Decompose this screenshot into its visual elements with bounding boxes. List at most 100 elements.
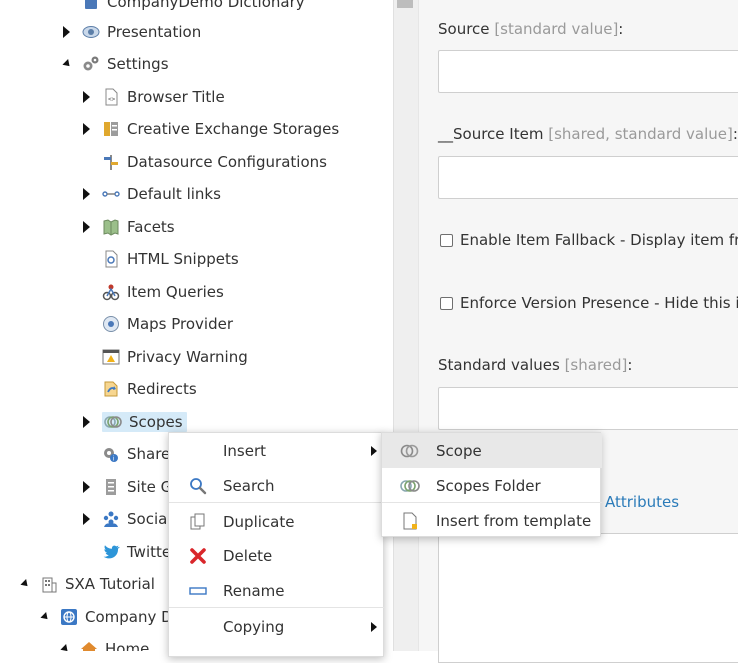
collapse-arrow-icon[interactable]: [58, 643, 71, 651]
tree-item-label: Settings: [107, 55, 169, 73]
menu-item-label: Delete: [223, 546, 273, 565]
menu-item-search[interactable]: Search: [169, 468, 385, 503]
source-field-label: Source [standard value]:: [438, 20, 623, 38]
menu-item-label: Search: [223, 476, 275, 495]
tree-item[interactable]: CompanyDemo Dictionary: [60, 0, 305, 15]
standard-values-label-text: Standard values: [438, 356, 560, 374]
standard-values-input[interactable]: [438, 387, 738, 430]
item-queries-icon: [102, 283, 120, 301]
tree-item-browser-title[interactable]: <> Browser Title: [80, 84, 225, 110]
attributes-area[interactable]: [438, 533, 738, 663]
scopes-folder-icon: [400, 477, 420, 495]
html-snippet-icon: [102, 250, 120, 268]
tree-item-company-site[interactable]: Company Dl: [38, 604, 177, 630]
submenu-item-label: Scopes Folder: [436, 476, 541, 495]
source-item-label-text: __Source Item: [438, 125, 544, 143]
search-icon: [189, 477, 207, 495]
checkbox-label: Enable Item Fallback - Display item from: [460, 231, 738, 249]
facets-icon: [102, 218, 120, 236]
expand-arrow-icon[interactable]: [80, 123, 92, 135]
signpost-icon: [102, 153, 120, 171]
expand-arrow-icon[interactable]: [80, 416, 92, 428]
selected-item-highlight: Scopes: [102, 412, 187, 432]
menu-item-rename[interactable]: Rename: [169, 573, 385, 608]
menu-item-copying[interactable]: Copying: [169, 609, 385, 644]
tree-item-social[interactable]: Social: [80, 506, 171, 532]
expand-arrow-icon[interactable]: [60, 26, 72, 38]
tree-item-label: Facets: [127, 218, 175, 236]
checkbox-box[interactable]: [440, 296, 453, 310]
gears-icon: [82, 55, 100, 73]
expand-arrow-icon[interactable]: [80, 188, 92, 200]
globe-icon: [60, 608, 78, 626]
expand-arrow-icon[interactable]: [80, 481, 92, 493]
tree-item-privacy-warning[interactable]: Privacy Warning: [80, 344, 248, 370]
tree-scrollbar[interactable]: [393, 0, 418, 651]
tree-item-twitter[interactable]: Twitte: [80, 539, 171, 565]
tree-item-html-snippets[interactable]: HTML Snippets: [80, 246, 239, 272]
scopes-icon: [104, 413, 122, 431]
menu-item-label: Insert: [223, 441, 267, 460]
tree-item-settings[interactable]: Settings: [60, 51, 169, 77]
enforce-version-presence-checkbox[interactable]: Enforce Version Presence - Hide this ite…: [440, 294, 738, 312]
collapse-arrow-icon[interactable]: [38, 611, 51, 623]
item-editor-panel: Source [standard value]: __Source Item […: [418, 0, 738, 663]
menu-separator: [169, 607, 385, 608]
storage-icon: [102, 120, 120, 138]
tree-item-label: CompanyDemo Dictionary: [107, 0, 305, 11]
checkbox-label: Enforce Version Presence - Hide this ite…: [460, 294, 738, 312]
tree-item-item-queries[interactable]: Item Queries: [80, 279, 224, 305]
tree-item-label: Scopes: [129, 413, 183, 431]
scrollbar-thumb[interactable]: [397, 0, 413, 8]
tree-item-facets[interactable]: Facets: [80, 214, 175, 240]
source-item-input[interactable]: [438, 156, 738, 199]
tree-item-creative-exchange[interactable]: Creative Exchange Storages: [80, 116, 339, 142]
tree-item-label: Company Dl: [85, 608, 177, 626]
menu-item-insert[interactable]: Insert: [169, 433, 385, 468]
submenu-item-label: Scope: [436, 441, 482, 460]
menu-item-duplicate[interactable]: Duplicate: [169, 504, 385, 539]
source-item-label-meta: [shared, standard value]: [548, 125, 733, 143]
tree-item-datasource-config[interactable]: Datasource Configurations: [80, 149, 327, 175]
standard-values-label-colon: :: [627, 356, 633, 374]
submenu-arrow-icon: [371, 445, 377, 456]
tree-item-maps-provider[interactable]: Maps Provider: [80, 311, 233, 337]
collapse-arrow-icon[interactable]: [60, 58, 73, 70]
duplicate-icon: [189, 513, 207, 531]
submenu-item-insert-from-template[interactable]: Insert from template: [382, 503, 602, 538]
tree-item-presentation[interactable]: Presentation: [60, 19, 201, 45]
tree-item-site-grouping[interactable]: Site Gr: [80, 474, 178, 500]
expand-arrow-icon[interactable]: [80, 221, 92, 233]
source-label-text: Source: [438, 20, 490, 38]
attributes-link[interactable]: Attributes: [605, 493, 679, 511]
enable-item-fallback-checkbox[interactable]: Enable Item Fallback - Display item from: [440, 231, 738, 249]
source-input[interactable]: [438, 50, 738, 93]
tree-item-label: Twitte: [127, 543, 172, 561]
social-icon: [102, 510, 120, 528]
tree-item-label: Datasource Configurations: [127, 153, 327, 171]
tree-item-redirects[interactable]: Redirects: [80, 376, 197, 402]
expand-arrow-icon[interactable]: [80, 513, 92, 525]
tree-item-label: Presentation: [107, 23, 202, 41]
menu-item-delete[interactable]: Delete: [169, 538, 385, 573]
tree-item-label: HTML Snippets: [127, 250, 239, 268]
dictionary-icon: [82, 0, 100, 11]
submenu-item-scopes-folder[interactable]: Scopes Folder: [382, 468, 602, 503]
redirect-icon: [102, 380, 120, 398]
menu-item-label: Copying: [223, 617, 285, 636]
browser-title-icon: <>: [102, 88, 120, 106]
tree-item-home[interactable]: Home: [58, 636, 149, 651]
tree-item-default-links[interactable]: Default links: [80, 181, 221, 207]
tree-item-sxa-tutorial[interactable]: SXA Tutorial: [18, 571, 155, 597]
source-label-meta: [standard value]: [494, 20, 619, 38]
expand-arrow-icon[interactable]: [80, 91, 92, 103]
insert-submenu: Scope Scopes Folder Insert from template: [381, 432, 602, 538]
submenu-item-scope[interactable]: Scope: [382, 433, 602, 468]
collapse-arrow-icon[interactable]: [18, 578, 31, 590]
tree-item-shared[interactable]: i Shared: [80, 441, 180, 467]
checkbox-box[interactable]: [440, 233, 453, 247]
source-item-label-colon: :: [732, 125, 738, 143]
tree-item-label: Creative Exchange Storages: [127, 120, 340, 138]
scope-icon: [400, 442, 420, 460]
menu-item-label: Duplicate: [223, 512, 295, 531]
